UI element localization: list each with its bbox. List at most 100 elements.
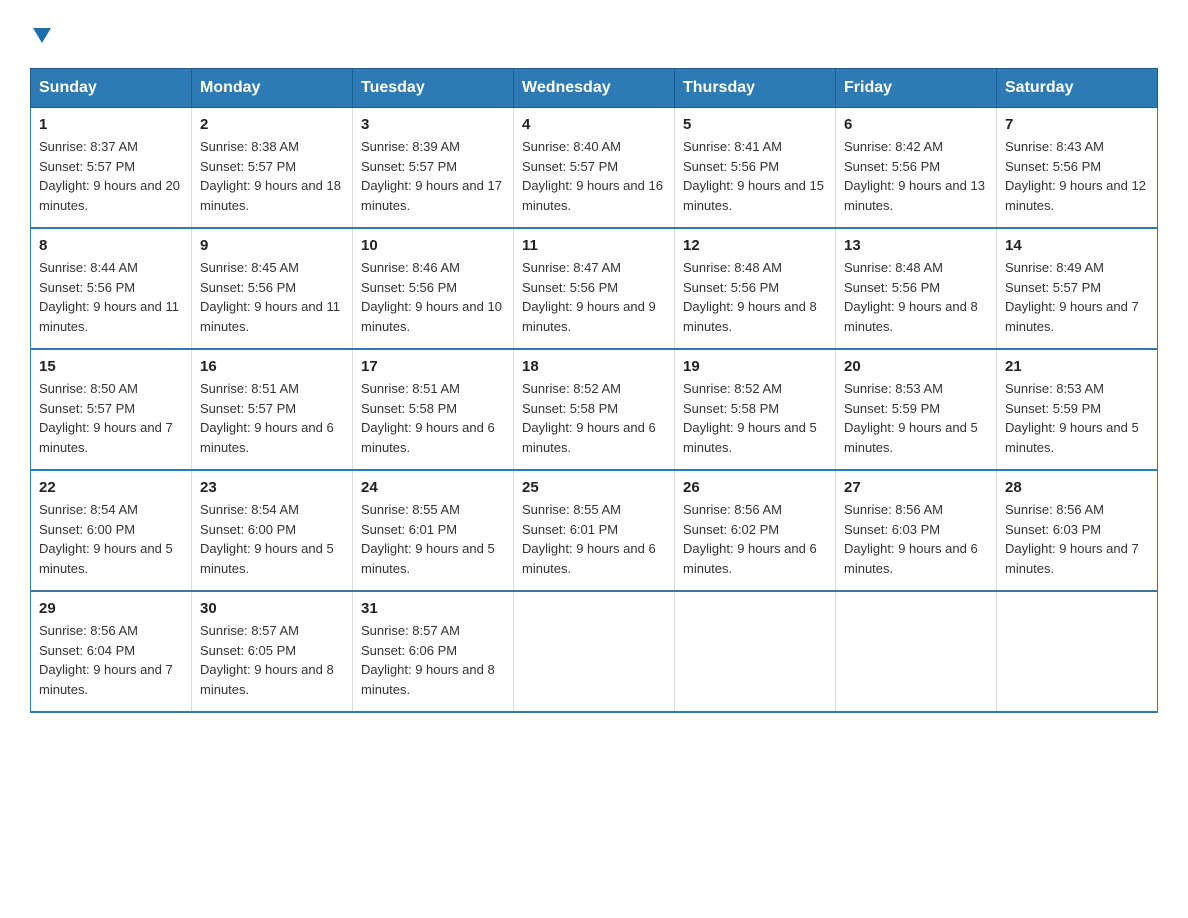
day-number: 7: [1005, 116, 1149, 133]
weekday-thursday: Thursday: [675, 69, 836, 108]
calendar-cell: 5 Sunrise: 8:41 AMSunset: 5:56 PMDaylight…: [675, 108, 836, 229]
calendar-week-2: 15 Sunrise: 8:50 AMSunset: 5:57 PMDayligh…: [31, 349, 1158, 470]
calendar-cell: 22Sunrise: 8:54 AMSunset: 6:00 PMDayligh…: [31, 470, 192, 591]
calendar-table: SundayMondayTuesdayWednesdayThursdayFrid…: [30, 68, 1158, 713]
day-number: 5: [683, 116, 827, 133]
day-info: Sunrise: 8:38 AMSunset: 5:57 PMDaylight:…: [200, 137, 344, 215]
calendar-cell: 28 Sunrise: 8:56 AMSunset: 6:03 PMDayligh…: [997, 470, 1158, 591]
day-info: Sunrise: 8:56 AMSunset: 6:03 PMDaylight:…: [1005, 500, 1149, 578]
calendar-cell: 24 Sunrise: 8:55 AMSunset: 6:01 PMDayligh…: [353, 470, 514, 591]
calendar-cell: 25 Sunrise: 8:55 AMSunset: 6:01 PMDayligh…: [514, 470, 675, 591]
day-number: 26: [683, 479, 827, 496]
day-number: 12: [683, 237, 827, 254]
day-info: Sunrise: 8:49 AMSunset: 5:57 PMDaylight:…: [1005, 258, 1149, 336]
day-info: Sunrise: 8:53 AMSunset: 5:59 PMDaylight:…: [1005, 379, 1149, 457]
calendar-cell: 13 Sunrise: 8:48 AMSunset: 5:56 PMDayligh…: [836, 228, 997, 349]
day-number: 20: [844, 358, 988, 375]
day-number: 8: [39, 237, 183, 254]
day-number: 16: [200, 358, 344, 375]
day-number: 24: [361, 479, 505, 496]
day-info: Sunrise: 8:37 AMSunset: 5:57 PMDaylight:…: [39, 137, 183, 215]
day-info: Sunrise: 8:39 AMSunset: 5:57 PMDaylight:…: [361, 137, 505, 215]
day-info: Sunrise: 8:52 AMSunset: 5:58 PMDaylight:…: [522, 379, 666, 457]
weekday-saturday: Saturday: [997, 69, 1158, 108]
calendar-header: SundayMondayTuesdayWednesdayThursdayFrid…: [31, 69, 1158, 108]
day-number: 14: [1005, 237, 1149, 254]
day-info: Sunrise: 8:50 AMSunset: 5:57 PMDaylight:…: [39, 379, 183, 457]
day-number: 23: [200, 479, 344, 496]
page-header: [30, 20, 1158, 50]
day-info: Sunrise: 8:44 AMSunset: 5:56 PMDaylight:…: [39, 258, 183, 336]
day-number: 27: [844, 479, 988, 496]
calendar-cell: 30 Sunrise: 8:57 AMSunset: 6:05 PMDayligh…: [192, 591, 353, 712]
day-info: Sunrise: 8:47 AMSunset: 5:56 PMDaylight:…: [522, 258, 666, 336]
calendar-cell: 29 Sunrise: 8:56 AMSunset: 6:04 PMDayligh…: [31, 591, 192, 712]
calendar-cell: 15 Sunrise: 8:50 AMSunset: 5:57 PMDayligh…: [31, 349, 192, 470]
calendar-cell: 8 Sunrise: 8:44 AMSunset: 5:56 PMDaylight…: [31, 228, 192, 349]
calendar-week-4: 29 Sunrise: 8:56 AMSunset: 6:04 PMDayligh…: [31, 591, 1158, 712]
day-number: 30: [200, 600, 344, 617]
logo-general: [30, 20, 51, 48]
day-number: 19: [683, 358, 827, 375]
day-number: 21: [1005, 358, 1149, 375]
calendar-cell: 1 Sunrise: 8:37 AMSunset: 5:57 PMDaylight…: [31, 108, 192, 229]
day-info: Sunrise: 8:56 AMSunset: 6:04 PMDaylight:…: [39, 621, 183, 699]
day-number: 29: [39, 600, 183, 617]
calendar-cell: 2 Sunrise: 8:38 AMSunset: 5:57 PMDaylight…: [192, 108, 353, 229]
calendar-week-1: 8 Sunrise: 8:44 AMSunset: 5:56 PMDaylight…: [31, 228, 1158, 349]
calendar-cell: 17Sunrise: 8:51 AMSunset: 5:58 PMDayligh…: [353, 349, 514, 470]
weekday-header-row: SundayMondayTuesdayWednesdayThursdayFrid…: [31, 69, 1158, 108]
day-number: 28: [1005, 479, 1149, 496]
day-info: Sunrise: 8:55 AMSunset: 6:01 PMDaylight:…: [522, 500, 666, 578]
day-number: 3: [361, 116, 505, 133]
day-info: Sunrise: 8:41 AMSunset: 5:56 PMDaylight:…: [683, 137, 827, 215]
calendar-cell: [836, 591, 997, 712]
day-info: Sunrise: 8:48 AMSunset: 5:56 PMDaylight:…: [844, 258, 988, 336]
calendar-cell: 7 Sunrise: 8:43 AMSunset: 5:56 PMDaylight…: [997, 108, 1158, 229]
calendar-cell: 21 Sunrise: 8:53 AMSunset: 5:59 PMDayligh…: [997, 349, 1158, 470]
calendar-cell: 6 Sunrise: 8:42 AMSunset: 5:56 PMDaylight…: [836, 108, 997, 229]
day-number: 6: [844, 116, 988, 133]
calendar-week-0: 1 Sunrise: 8:37 AMSunset: 5:57 PMDaylight…: [31, 108, 1158, 229]
calendar-cell: [997, 591, 1158, 712]
day-info: Sunrise: 8:56 AMSunset: 6:02 PMDaylight:…: [683, 500, 827, 578]
day-info: Sunrise: 8:40 AMSunset: 5:57 PMDaylight:…: [522, 137, 666, 215]
day-info: Sunrise: 8:55 AMSunset: 6:01 PMDaylight:…: [361, 500, 505, 578]
calendar-week-3: 22Sunrise: 8:54 AMSunset: 6:00 PMDayligh…: [31, 470, 1158, 591]
day-info: Sunrise: 8:43 AMSunset: 5:56 PMDaylight:…: [1005, 137, 1149, 215]
day-number: 25: [522, 479, 666, 496]
weekday-wednesday: Wednesday: [514, 69, 675, 108]
calendar-cell: 23 Sunrise: 8:54 AMSunset: 6:00 PMDayligh…: [192, 470, 353, 591]
calendar-cell: 11 Sunrise: 8:47 AMSunset: 5:56 PMDayligh…: [514, 228, 675, 349]
day-info: Sunrise: 8:57 AMSunset: 6:05 PMDaylight:…: [200, 621, 344, 699]
calendar-cell: 14 Sunrise: 8:49 AMSunset: 5:57 PMDayligh…: [997, 228, 1158, 349]
day-number: 11: [522, 237, 666, 254]
day-info: Sunrise: 8:54 AMSunset: 6:00 PMDaylight:…: [39, 500, 183, 578]
day-info: Sunrise: 8:42 AMSunset: 5:56 PMDaylight:…: [844, 137, 988, 215]
calendar-cell: 26 Sunrise: 8:56 AMSunset: 6:02 PMDayligh…: [675, 470, 836, 591]
day-number: 15: [39, 358, 183, 375]
weekday-monday: Monday: [192, 69, 353, 108]
day-number: 9: [200, 237, 344, 254]
day-info: Sunrise: 8:53 AMSunset: 5:59 PMDaylight:…: [844, 379, 988, 457]
day-number: 2: [200, 116, 344, 133]
calendar-cell: 9Sunrise: 8:45 AMSunset: 5:56 PMDaylight…: [192, 228, 353, 349]
calendar-cell: 31Sunrise: 8:57 AMSunset: 6:06 PMDayligh…: [353, 591, 514, 712]
day-info: Sunrise: 8:56 AMSunset: 6:03 PMDaylight:…: [844, 500, 988, 578]
day-info: Sunrise: 8:54 AMSunset: 6:00 PMDaylight:…: [200, 500, 344, 578]
day-info: Sunrise: 8:52 AMSunset: 5:58 PMDaylight:…: [683, 379, 827, 457]
weekday-sunday: Sunday: [31, 69, 192, 108]
calendar-cell: 27 Sunrise: 8:56 AMSunset: 6:03 PMDayligh…: [836, 470, 997, 591]
day-number: 18: [522, 358, 666, 375]
calendar-cell: 19 Sunrise: 8:52 AMSunset: 5:58 PMDayligh…: [675, 349, 836, 470]
day-info: Sunrise: 8:51 AMSunset: 5:57 PMDaylight:…: [200, 379, 344, 457]
day-info: Sunrise: 8:48 AMSunset: 5:56 PMDaylight:…: [683, 258, 827, 336]
day-number: 4: [522, 116, 666, 133]
day-number: 13: [844, 237, 988, 254]
calendar-cell: 10 Sunrise: 8:46 AMSunset: 5:56 PMDayligh…: [353, 228, 514, 349]
day-number: 1: [39, 116, 183, 133]
weekday-tuesday: Tuesday: [353, 69, 514, 108]
day-number: 10: [361, 237, 505, 254]
day-info: Sunrise: 8:46 AMSunset: 5:56 PMDaylight:…: [361, 258, 505, 336]
day-info: Sunrise: 8:51 AMSunset: 5:58 PMDaylight:…: [361, 379, 505, 457]
